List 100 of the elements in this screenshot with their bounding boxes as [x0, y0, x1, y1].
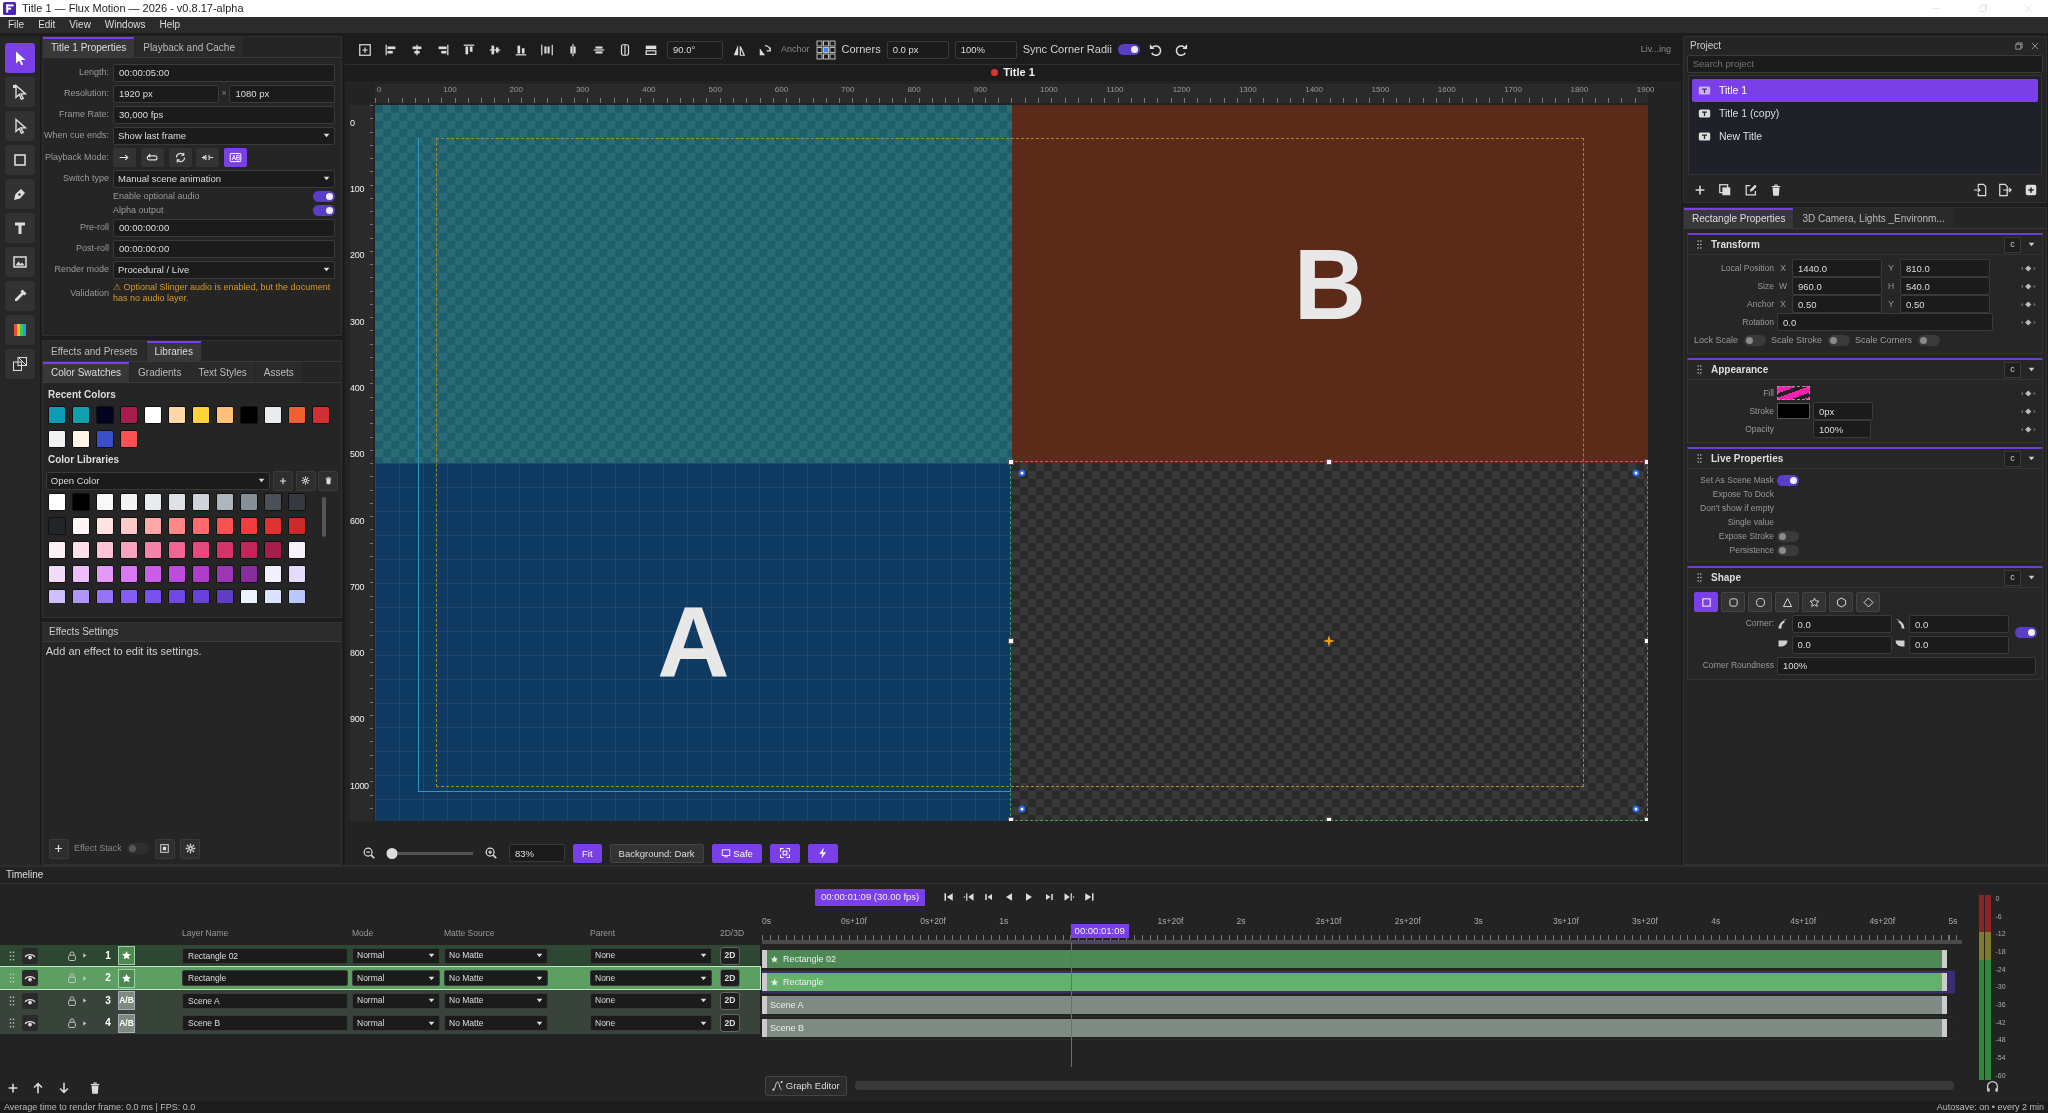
- graph-editor-button[interactable]: Graph Editor: [764, 1075, 847, 1096]
- tab[interactable]: Playback and Cache: [135, 36, 243, 57]
- dropdown[interactable]: Procedural / Live: [113, 260, 335, 279]
- dropdown[interactable]: No Matte: [444, 992, 548, 1009]
- ruler-label: 200: [508, 84, 523, 95]
- input-field[interactable]: 0.0: [1909, 615, 2009, 633]
- layer-row[interactable]: 4 A/B Scene B Normal No Matte None 2D: [0, 1012, 760, 1034]
- project-item[interactable]: Title 1: [1692, 78, 2038, 102]
- input-field[interactable]: 0.0: [1909, 635, 2009, 654]
- input-field[interactable]: 30,000 fps: [113, 105, 335, 124]
- menu-item[interactable]: Windows: [104, 19, 146, 31]
- tab[interactable]: Title 1 Properties: [43, 36, 135, 57]
- layer-row[interactable]: 2 Rectangle Normal No Matte None 2D: [0, 967, 760, 989]
- layer-name-field[interactable]: Scene B: [182, 1015, 348, 1031]
- tab[interactable]: 3D Camera, Lights _Environm...: [1794, 208, 1953, 229]
- ruler-label: 700: [350, 582, 365, 592]
- dropdown[interactable]: Normal: [352, 970, 440, 986]
- dropdown[interactable]: Normal: [352, 1015, 440, 1031]
- dropdown[interactable]: None: [590, 947, 712, 964]
- dimension-button[interactable]: 2D: [720, 946, 740, 965]
- input-field[interactable]: 0.0: [1791, 615, 1892, 633]
- input-field[interactable]: 810.0: [1900, 259, 1990, 278]
- field-label: Stroke: [1748, 406, 1774, 417]
- tab[interactable]: Text Styles: [190, 361, 255, 382]
- input-field[interactable]: 960.0: [1792, 277, 1882, 296]
- field-label: Opacity: [1744, 424, 1774, 435]
- layer-name-field[interactable]: Rectangle: [182, 970, 348, 986]
- dropdown[interactable]: No Matte: [444, 970, 548, 986]
- dropdown[interactable]: Manual scene animation: [113, 169, 335, 188]
- input-field[interactable]: 0.50: [1792, 295, 1882, 314]
- dropdown[interactable]: None: [590, 992, 712, 1009]
- tab[interactable]: Effects and Presets: [43, 340, 146, 361]
- ruler-label: 1100: [1105, 84, 1124, 95]
- ruler-label: 100: [442, 84, 457, 95]
- input-field[interactable]: 0.0: [1777, 313, 1993, 332]
- tab[interactable]: Rectangle Properties: [1684, 208, 1794, 229]
- dropdown[interactable]: Normal: [352, 992, 440, 1009]
- input-field[interactable]: 1440.0: [1792, 259, 1882, 278]
- reset-button[interactable]: c: [2004, 236, 2021, 253]
- layer-number: 2: [104, 972, 112, 984]
- fit-button[interactable]: Fit: [573, 843, 602, 863]
- layer-row[interactable]: 1 Rectangle 02 Normal No Matte None 2D: [0, 944, 760, 967]
- search-field[interactable]: Search project: [1686, 54, 2043, 73]
- dropdown[interactable]: Show last frame: [113, 126, 335, 145]
- dropdown[interactable]: Open Color: [45, 471, 270, 490]
- input-field[interactable]: 1920 px: [113, 84, 219, 103]
- dimension-button[interactable]: 2D: [720, 1014, 740, 1032]
- menu-item[interactable]: Help: [159, 19, 180, 31]
- layer-row[interactable]: 3 A/B Scene A Normal No Matte None 2D: [0, 989, 760, 1012]
- tab[interactable]: Gradients: [130, 361, 190, 382]
- field-label: Switch type: [61, 173, 109, 185]
- dropdown[interactable]: None: [590, 970, 712, 986]
- dropdown[interactable]: No Matte: [444, 947, 548, 964]
- dropdown[interactable]: No Matte: [444, 1015, 548, 1031]
- project-item[interactable]: Title 1 (copy): [1692, 101, 2038, 125]
- menu-item[interactable]: View: [69, 19, 91, 31]
- reset-button[interactable]: c: [2004, 361, 2021, 378]
- field-label: Resolution:: [62, 88, 109, 100]
- background-button[interactable]: Background: Dark: [609, 843, 704, 863]
- tab[interactable]: Color Swatches: [43, 361, 130, 382]
- clip-bar[interactable]: Rectangle 02: [762, 950, 1947, 968]
- axis-label: Y: [1887, 263, 1895, 274]
- safe-button[interactable]: Safe: [711, 843, 762, 863]
- menu-item[interactable]: File: [8, 19, 25, 31]
- input-field[interactable]: 100%: [1813, 420, 1871, 439]
- input-field[interactable]: 90.0°: [667, 40, 723, 59]
- dropdown[interactable]: None: [590, 1015, 712, 1031]
- input-field[interactable]: 00:00:05:00: [113, 63, 335, 82]
- project-item[interactable]: New Title: [1692, 124, 2038, 148]
- input-field[interactable]: 00:00:00:00: [113, 218, 335, 237]
- input-field[interactable]: 1080 px: [229, 84, 335, 103]
- field-label: Pre-roll: [79, 222, 109, 234]
- reset-button[interactable]: c: [2004, 569, 2021, 586]
- input-field[interactable]: 100%: [1777, 656, 2036, 675]
- dimension-button[interactable]: 2D: [720, 991, 740, 1010]
- input-field[interactable]: 100%: [954, 40, 1017, 59]
- field-label: Rotation: [1741, 317, 1774, 328]
- clip-label: Rectangle 02: [783, 953, 837, 965]
- input-field[interactable]: 540.0: [1900, 277, 1990, 296]
- dropdown[interactable]: Normal: [352, 947, 440, 964]
- ruler-label: 900: [350, 715, 365, 725]
- input-field[interactable]: 0.0 px: [886, 40, 949, 59]
- section-title: Transform: [1711, 238, 1760, 251]
- toggle-label: Effect Stack: [74, 843, 122, 854]
- input-field[interactable]: 0.50: [1900, 295, 1990, 314]
- axis-label: H: [1886, 281, 1896, 292]
- input-field[interactable]: 0px: [1813, 402, 1873, 421]
- input-field[interactable]: 0.0: [1791, 635, 1892, 654]
- dimension-button[interactable]: 2D: [720, 969, 740, 987]
- item-label: New Title: [1719, 129, 1763, 143]
- toggle-label: Scale Stroke: [1771, 334, 1823, 346]
- tick-label: 5s: [1948, 916, 1958, 927]
- tab[interactable]: Assets: [255, 361, 302, 382]
- menu-item[interactable]: Edit: [38, 19, 56, 31]
- layer-name-field[interactable]: Rectangle 02: [182, 947, 348, 964]
- reset-button[interactable]: c: [2004, 450, 2021, 467]
- layer-name-field[interactable]: Scene A: [182, 992, 348, 1009]
- input-field[interactable]: 83%: [509, 844, 565, 863]
- input-field[interactable]: 00:00:00:00: [113, 239, 335, 258]
- tab[interactable]: Libraries: [146, 340, 201, 361]
